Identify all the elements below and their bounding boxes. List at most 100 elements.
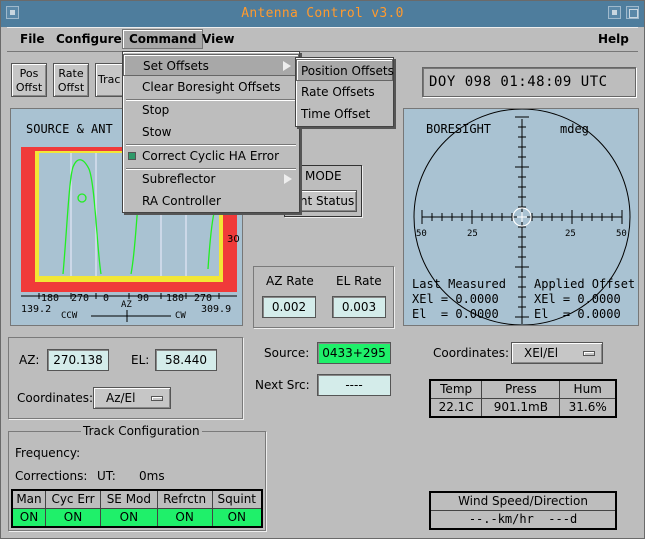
az-tick-label: 180 (41, 293, 60, 304)
az-tick-label: 270 (71, 293, 90, 304)
menu-item-stow[interactable]: Stow (123, 121, 299, 143)
clock-frame: DOY 098 01:48:09 UTC (422, 67, 636, 97)
submenu-arrow-icon (283, 61, 291, 71)
az-label: AZ: (19, 353, 40, 367)
boresight-coordinates-label: Coordinates: (433, 346, 510, 360)
squint-status[interactable]: ON (211, 507, 263, 528)
menu-command[interactable]: Command (122, 29, 204, 49)
az-tick-label: 270 (194, 293, 213, 304)
antenna-control-window: Antenna Control v3.0 File Configure Comm… (0, 0, 645, 539)
boresight-title: BORESIGHT (426, 122, 492, 136)
correction-header: Refrctn (156, 489, 213, 509)
title-bar[interactable]: Antenna Control v3.0 (1, 1, 644, 27)
menu-item-position-offsets[interactable]: Position Offsets (296, 59, 394, 81)
xel-tick-label: 25 (467, 229, 478, 239)
coordinates-select[interactable]: Az/El (93, 387, 171, 409)
refrctn-status[interactable]: ON (156, 507, 213, 528)
menu-item-correct-cyclic[interactable]: Correct Cyclic HA Error (123, 145, 299, 167)
rates-group: AZ Rate EL Rate 0.002 0.003 (253, 266, 394, 328)
el-label: EL: (131, 353, 150, 367)
window-title: Antenna Control v3.0 (241, 6, 404, 21)
source-label: Source: (264, 346, 310, 360)
az-rate-value: 0.002 (262, 296, 316, 318)
applied-xel-value: XEl = 0.0000 (534, 292, 621, 306)
source-value: 0433+295 (317, 342, 391, 364)
corrections-label: Corrections: (15, 469, 88, 483)
az-min-label: 139.2 (21, 304, 52, 315)
last-measured-title: Last Measured (412, 277, 506, 291)
boresight-units: mdeg (560, 122, 589, 136)
rate-offst-button[interactable]: Rate Offst (53, 63, 89, 97)
ut-label: UT: (97, 469, 116, 483)
az-rate-label: AZ Rate (266, 274, 314, 288)
weather-header: Press (481, 379, 561, 399)
temp-value: 22.1C (429, 397, 483, 418)
az-max-label: 309.9 (201, 304, 232, 315)
last-el-value: El = 0.0000 (412, 307, 499, 321)
checkbox-checked-icon (128, 152, 136, 160)
boresight-panel: BORESIGHT mdeg 50 25 25 50 Last Measured… (403, 108, 639, 326)
menu-item-set-offsets[interactable]: Set Offsets (123, 54, 299, 76)
menu-item-time-offset[interactable]: Time Offset (296, 103, 393, 125)
press-value: 901.1mB (481, 397, 561, 418)
hum-value: 31.6% (559, 397, 617, 418)
coordinates-label: Coordinates: (17, 391, 94, 405)
menu-view[interactable]: View (202, 32, 234, 46)
el-rate-label: EL Rate (336, 274, 382, 288)
ccw-label: CCW (61, 311, 78, 321)
xel-tick-label: 50 (416, 229, 427, 239)
next-source-label: Next Src: (255, 378, 310, 392)
position-group: AZ: 270.138 EL: 58.440 Coordinates: Az/E… (8, 337, 243, 419)
menu-item-rate-offsets[interactable]: Rate Offsets (296, 81, 393, 103)
correction-header: Squint (211, 489, 263, 509)
dropdown-indicator-icon (583, 351, 595, 356)
el-tick-label: 30 (227, 234, 240, 245)
submenu-arrow-icon (284, 174, 292, 184)
az-value: 270.138 (47, 349, 109, 371)
corrections-table: Man Cyc Err SE Mod Refrctn Squint ON ON … (11, 489, 263, 528)
correction-header: SE Mod (100, 489, 158, 509)
se-mod-status[interactable]: ON (100, 507, 158, 528)
menu-item-stop[interactable]: Stop (123, 99, 299, 121)
clock-display: DOY 098 01:48:09 UTC (429, 74, 608, 90)
maximize-icon[interactable] (626, 6, 639, 19)
az-tick-label: 90 (137, 293, 150, 304)
correction-header: Man (11, 489, 46, 509)
weather-table: Temp Press Hum 22.1C 901.1mB 31.6% (429, 379, 617, 418)
el-rate-value: 0.003 (332, 296, 386, 318)
frequency-label: Frequency: (15, 446, 81, 460)
az-tick-label: 0 (103, 293, 110, 304)
minimize-icon[interactable] (608, 6, 621, 19)
menu-item-subreflector[interactable]: Subreflector (123, 168, 299, 190)
xel-tick-label: 50 (616, 229, 627, 239)
applied-offset-title: Applied Offset (534, 277, 636, 291)
boresight-coordinates-select[interactable]: XEl/El (511, 342, 603, 364)
dropdown-indicator-icon (151, 396, 163, 401)
cw-label: CW (175, 311, 186, 321)
applied-el-value: El = 0.0000 (534, 307, 621, 321)
man-status[interactable]: ON (11, 507, 46, 528)
az-axis-label: AZ (121, 300, 132, 310)
xel-tick-label: 25 (565, 229, 576, 239)
menu-item-clear-boresight[interactable]: Clear Boresight Offsets (123, 76, 299, 98)
az-tick-label: 180 (166, 293, 185, 304)
weather-header: Temp (429, 379, 483, 399)
next-source-value: ---- (317, 374, 391, 396)
menu-file[interactable]: File (20, 32, 45, 46)
wind-table: Wind Speed/Direction --.-km/hr ---d (429, 491, 617, 530)
menu-help[interactable]: Help (598, 32, 629, 46)
set-offsets-submenu: Position Offsets Rate Offsets Time Offse… (295, 57, 394, 127)
track-button[interactable]: Trac (95, 63, 125, 97)
mode-title: MODE (305, 169, 342, 183)
cyc-err-status[interactable]: ON (44, 507, 102, 528)
wind-value: --.-km/hr ---d (429, 509, 617, 530)
ut-value: 0ms (139, 469, 165, 483)
last-xel-value: XEl = 0.0000 (412, 292, 499, 306)
el-value: 58.440 (155, 349, 217, 371)
wind-title: Wind Speed/Direction (429, 491, 617, 511)
track-config-title: Track Configuration (81, 424, 202, 438)
menu-item-ra-controller[interactable]: RA Controller (123, 190, 299, 212)
menu-configure[interactable]: Configure (56, 32, 122, 46)
menu-bar: File Configure Command View Help (7, 27, 638, 52)
pos-offst-button[interactable]: Pos Offst (11, 63, 47, 97)
